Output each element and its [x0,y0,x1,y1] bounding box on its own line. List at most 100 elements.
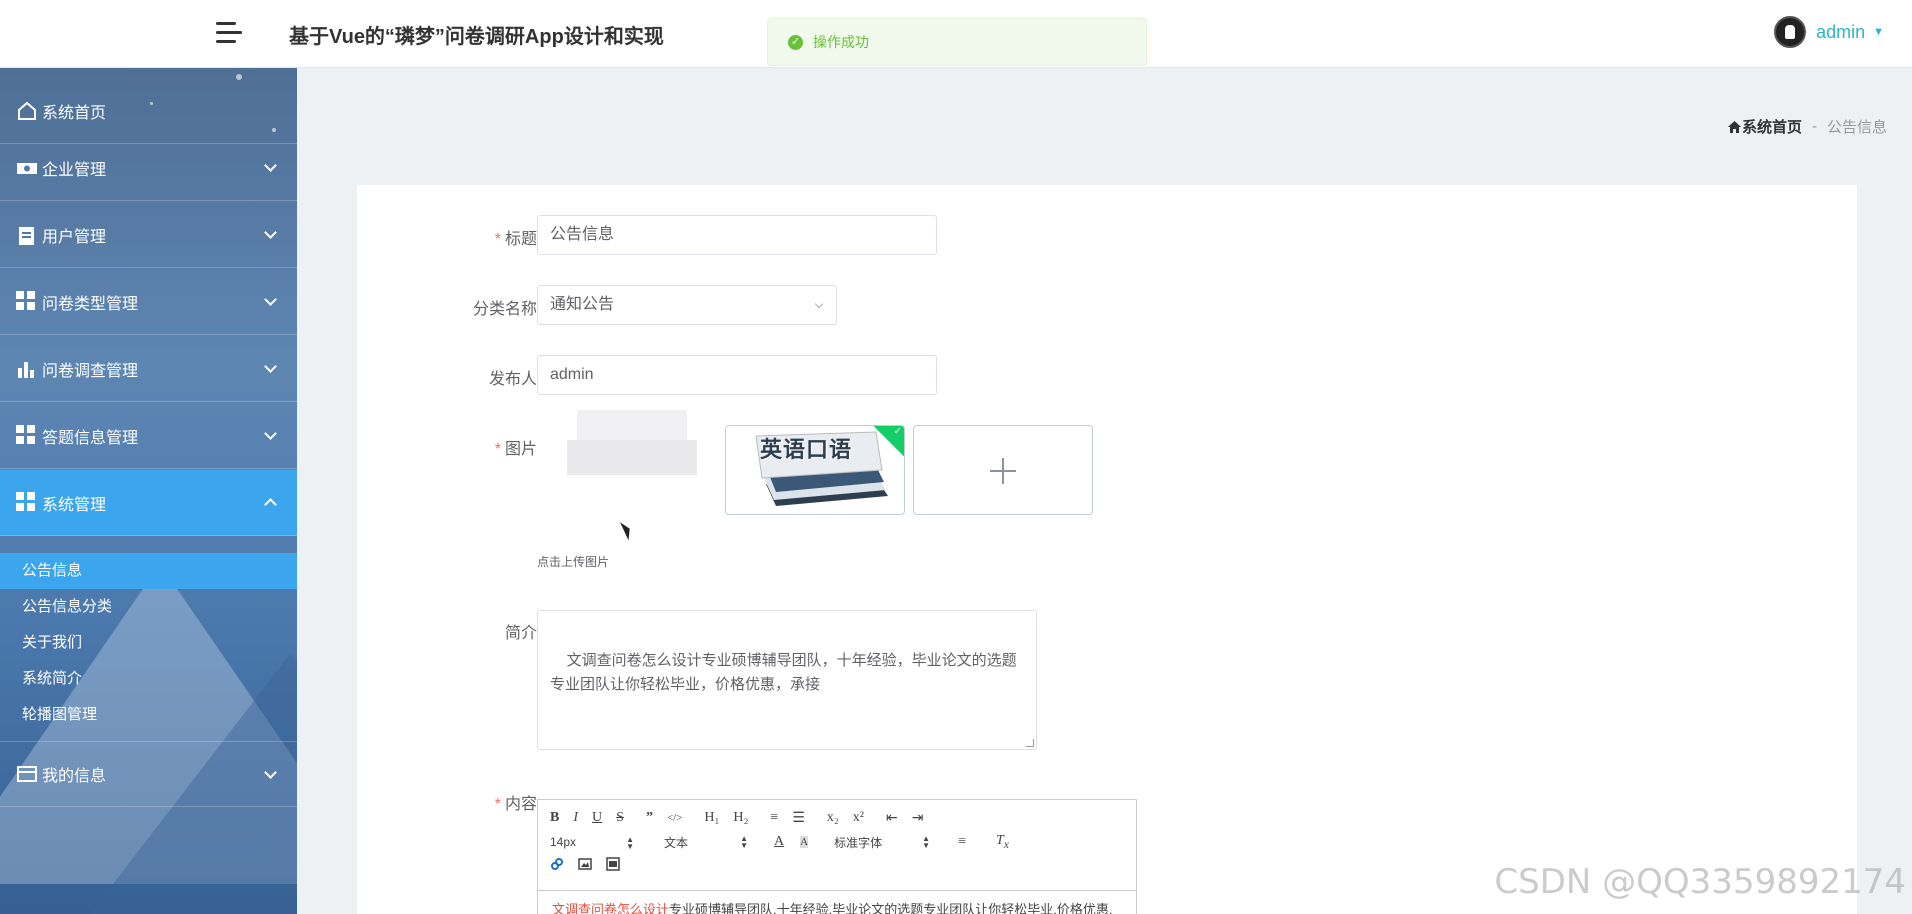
sidebar-item-label: 系统首页 [42,104,107,122]
category-select[interactable]: 通知公告 [537,285,837,325]
category-label: 分类名称 [472,301,537,318]
chevron-down-icon [264,159,277,172]
home-icon [16,100,38,122]
heading1-button[interactable]: H₁ [704,810,719,826]
upload-add-button[interactable] [913,425,1093,515]
user-menu[interactable]: admin ▼ [1774,16,1884,48]
sidebar: 系统首页 企业管理 用户管理 问卷类型管理 问卷调查管理 答题信息管理 系统管理 [0,68,297,914]
breadcrumb-home[interactable]: 系统首页 [1727,116,1802,137]
image-icon[interactable] [578,857,592,876]
indent-button[interactable]: ⇥ [912,810,924,827]
toast-message: 操作成功 [813,34,869,50]
app-title: 基于Vue的“璘梦”问卷调研App设计和实现 [289,26,664,48]
publisher-label: 发布人 [488,371,537,388]
chevron-down-icon [264,427,277,440]
editor-toolbar-row-1: B I U S ” </> H₁ H₂ ≡ ☰ x₂ x² ⇤ ⇥ [550,806,937,830]
breadcrumb-home-label: 系统首页 [1741,119,1802,136]
bold-button[interactable]: B [550,810,559,826]
video-icon[interactable] [606,856,620,876]
category-select-value: 通知公告 [550,296,615,313]
sidebar-item-users[interactable]: 用户管理 [0,202,297,268]
rich-text-editor[interactable]: B I U S ” </> H₁ H₂ ≡ ☰ x₂ x² ⇤ ⇥ 14px ▲ ▼… [537,799,1137,914]
username[interactable]: admin [1816,22,1865,43]
chevron-down-icon [264,226,277,239]
uploaded-image-thumbnail[interactable]: 英语口语 ✓ [725,425,905,515]
quote-button[interactable]: ” [646,810,653,826]
intro-textarea[interactable]: 文调查问卷怎么设计专业硕博辅导团队，十年经验，毕业论文的选题专业团队让你轻松毕业… [537,610,1037,750]
clipboard-icon [16,224,38,246]
font-color-icon[interactable]: A [774,834,784,850]
sidebar-subitem-about-us[interactable]: 关于我们 [0,625,297,661]
editor-content[interactable]: 文调查问卷怎么设计专业硕博辅导团队,十年经验,毕业论文的选题专业团队让你轻松毕业… [538,890,1136,914]
thumbnail-caption: 英语口语 [760,437,853,462]
watermark: CSDN @QQ3359892174 [1494,862,1906,902]
chevron-up-icon [264,498,277,511]
editor-toolbar-row-3 [550,854,634,878]
paragraph-select[interactable]: 文本 ▲ ▼ [664,834,748,851]
upload-tip: 点击上传图片 [537,555,610,569]
publisher-input[interactable]: admin [537,355,937,395]
subscript-button[interactable]: x₂ [827,810,839,826]
sidebar-subitem-system-intro[interactable]: 系统简介 [0,661,297,697]
clear-format-icon[interactable]: Tx [996,833,1009,851]
grid-icon [16,491,38,514]
sidebar-subitem-notice-categories[interactable]: 公告信息分类 [0,589,297,625]
sidebar-item-system[interactable]: 系统管理 [0,470,297,536]
sidebar-item-label: 问卷类型管理 [42,295,139,313]
resize-handle[interactable] [1026,739,1034,747]
heading2-button[interactable]: H₂ [733,810,748,826]
sidebar-item-survey-types[interactable]: 问卷类型管理 [0,269,297,335]
title-input[interactable]: 公告信息 [537,215,937,255]
sidebar-subitem-notices[interactable]: 公告信息 [0,553,297,589]
image-label: * 图片 [494,441,537,458]
ordered-list-button[interactable]: ≡ [770,810,778,826]
chevron-down-icon [264,766,277,779]
sidebar-item-enterprise[interactable]: 企业管理 [0,135,297,201]
sidebar-item-label: 问卷调查管理 [42,362,139,380]
intro-label: 简介 [504,625,537,642]
editor-toolbar-row-2: 14px ▲ ▼ 文本 ▲ ▼ A A 标准字体 ▲ ▼ ≡ Tx [550,830,1023,854]
sidebar-item-label: 系统管理 [42,496,107,514]
ticket-icon [16,157,38,179]
font-size-select[interactable]: 14px ▲ ▼ [550,835,634,851]
drag-preview-image [557,400,717,490]
title-label: * 标题 [494,231,537,248]
sidebar-item-label: 用户管理 [42,228,107,246]
breadcrumb: 系统首页 - 公告信息 [1727,116,1887,137]
editor-content-link[interactable]: 文调查问卷怎么设计 [552,902,669,914]
font-family-select[interactable]: 标准字体 ▲ ▼ [834,834,930,851]
check-icon: ✓ [893,426,902,437]
bar-chart-icon [16,358,38,380]
success-toast: ✓ 操作成功 [767,18,1147,66]
breadcrumb-current: 公告信息 [1826,119,1887,136]
home-icon [1727,120,1741,133]
sidebar-item-my-info[interactable]: 我的信息 [0,741,297,807]
avatar[interactable] [1774,16,1807,48]
sidebar-item-surveys[interactable]: 问卷调查管理 [0,336,297,402]
background-color-icon[interactable]: A [800,836,809,848]
align-icon[interactable]: ≡ [958,834,966,850]
code-button[interactable]: </> [667,812,682,824]
top-bar: 基于Vue的“璘梦”问卷调研App设计和实现 ✓ 操作成功 admin ▼ [0,0,1912,68]
bullet-list-button[interactable]: ☰ [792,810,805,827]
content-label: * 内容 [494,796,537,813]
chevron-down-icon [264,360,277,373]
intro-textarea-value: 文调查问卷怎么设计专业硕博辅导团队，十年经验，毕业论文的选题专业团队让你轻松毕业… [550,652,1017,693]
caret-down-icon[interactable]: ▼ [1873,26,1884,38]
sidebar-subitem-carousel[interactable]: 轮播图管理 [0,697,297,733]
underline-button[interactable]: U [592,810,602,826]
success-check-icon: ✓ [788,34,803,50]
link-icon[interactable] [550,857,564,876]
sidebar-item-answers[interactable]: 答题信息管理 [0,403,297,469]
superscript-button[interactable]: x² [853,810,864,826]
grid-icon [16,290,38,313]
sidebar-item-label: 答题信息管理 [42,429,139,447]
sidebar-item-label: 企业管理 [42,161,107,179]
italic-button[interactable]: I [573,810,578,826]
editor-content-text: 专业硕博辅导团队,十年经验,毕业论文的选题专业团队让你轻松毕业,价格优惠, [669,902,1113,914]
outdent-button[interactable]: ⇤ [886,810,898,827]
menu-toggle-icon[interactable] [216,20,242,46]
chevron-down-icon [814,299,824,309]
strikethrough-button[interactable]: S [616,810,624,826]
chevron-down-icon [264,293,277,306]
